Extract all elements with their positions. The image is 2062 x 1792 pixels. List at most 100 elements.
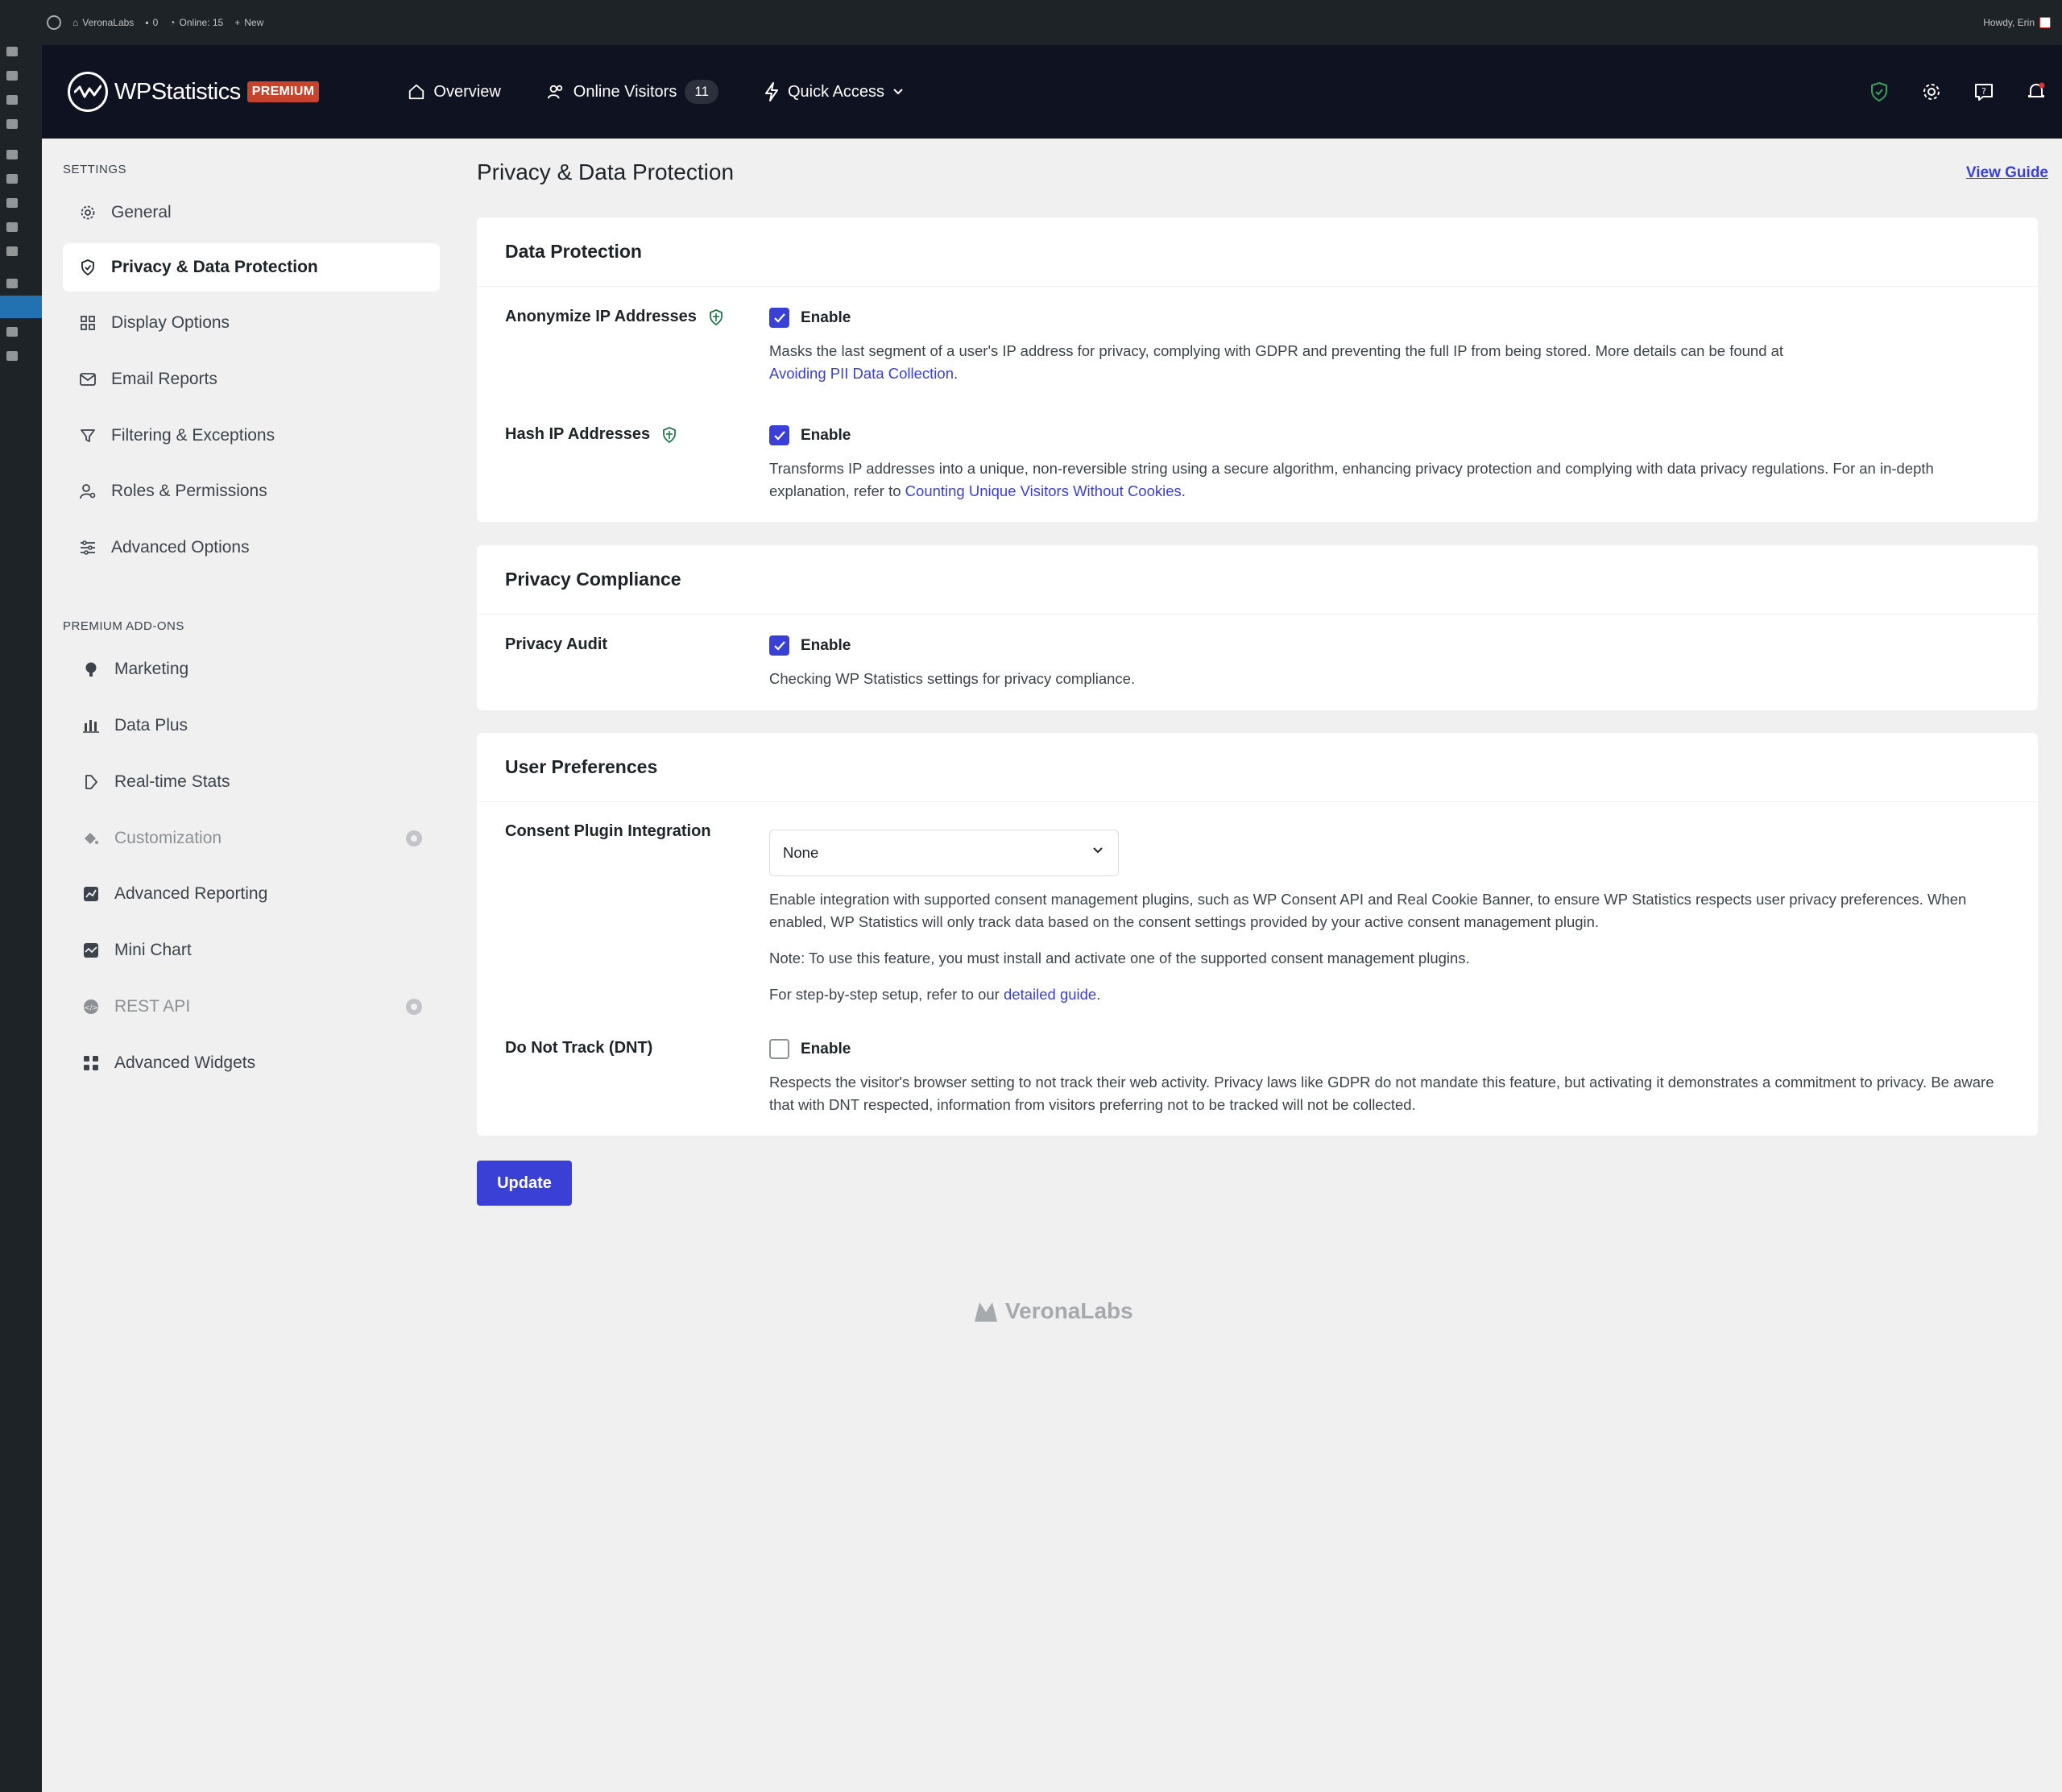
notification-bell-icon[interactable] xyxy=(2023,79,2049,105)
chart-icon[interactable] xyxy=(6,327,18,337)
shield-icon xyxy=(709,308,723,325)
howdy-text: Howdy, Erin xyxy=(1983,17,2035,28)
media-icon[interactable] xyxy=(6,71,18,81)
realtime-icon xyxy=(82,773,100,791)
privacy-shield-icon[interactable] xyxy=(1866,79,1892,105)
users-icon[interactable] xyxy=(6,198,18,208)
anonymize-ip-checkbox[interactable]: Enable xyxy=(769,308,851,328)
mini-chart-icon xyxy=(82,942,100,959)
update-button[interactable]: Update xyxy=(477,1161,572,1206)
nav-online-visitors[interactable]: Online Visitors 11 xyxy=(546,80,718,104)
sidebar-item-general[interactable]: General xyxy=(63,188,440,237)
dnt-description: Respects the visitor's browser setting t… xyxy=(769,1074,1994,1113)
hash-ip-description: Transforms IP addresses into a unique, n… xyxy=(769,460,1934,499)
statistics-menu-active[interactable] xyxy=(0,296,42,318)
anonymize-ip-description: Masks the last segment of a user's IP ad… xyxy=(769,342,1784,382)
logo-wave-icon xyxy=(68,72,108,112)
gear-icon[interactable] xyxy=(1919,79,1944,105)
sidebar-item-advanced-options[interactable]: Advanced Options xyxy=(63,524,440,572)
consent-select-value: None xyxy=(783,844,819,861)
consent-description: Enable integration with supported consen… xyxy=(769,891,1967,930)
sidebar-item-roles[interactable]: Roles & Permissions xyxy=(63,467,440,515)
sidebar-item-rest-api[interactable]: </> REST API xyxy=(63,983,440,1031)
checkbox-checked-icon[interactable] xyxy=(769,308,789,328)
online-visitors-count-badge: 11 xyxy=(685,80,718,104)
comments-link[interactable]: ▪ 0 xyxy=(145,17,158,28)
checkbox-checked-icon[interactable] xyxy=(769,635,789,656)
user-key-icon xyxy=(79,482,97,500)
site-name-link[interactable]: ⌂ VeronaLabs xyxy=(72,17,134,28)
nav-quick-access-label: Quick Access xyxy=(788,82,885,101)
veronalabs-footer-logo: VeronaLabs xyxy=(973,1298,1133,1324)
footer-brand-text: VeronaLabs xyxy=(1005,1298,1133,1323)
veronalabs-logo-icon xyxy=(975,1302,997,1322)
hash-ip-checkbox[interactable]: Enable xyxy=(769,425,851,445)
avatar xyxy=(2039,17,2051,28)
envelope-icon xyxy=(79,370,97,388)
online-link[interactable]: ◔ Online: 15 xyxy=(169,17,223,28)
wordpress-logo-icon[interactable] xyxy=(47,15,61,30)
top-navigation: Overview Online Visitors 11 Quick Access xyxy=(408,80,904,104)
home-icon: ⌂ xyxy=(72,17,79,28)
chevron-down-icon xyxy=(1093,847,1103,854)
account-menu[interactable]: Howdy, Erin xyxy=(1983,0,2051,45)
detailed-guide-link[interactable]: detailed guide xyxy=(1004,986,1096,1003)
plugin-header: WPStatistics PREMIUM Overview Online Vis… xyxy=(42,45,2062,139)
header-icons: ? xyxy=(1866,45,2049,139)
sliders-icon xyxy=(79,539,97,557)
user-preferences-card: User Preferences Consent Plugin Integrat… xyxy=(477,733,2038,1136)
wp-statistics-logo[interactable]: WPStatistics PREMIUM xyxy=(68,72,320,112)
sidebar-item-customization[interactable]: Customization xyxy=(63,814,440,863)
nav-overview[interactable]: Overview xyxy=(408,83,501,101)
tools-icon[interactable] xyxy=(6,222,18,232)
locked-icon xyxy=(406,999,422,1015)
nav-quick-access[interactable]: Quick Access xyxy=(764,82,904,101)
consent-guide-text: For step-by-step setup, refer to our det… xyxy=(769,986,1101,1003)
avoiding-pii-link[interactable]: Avoiding PII Data Collection xyxy=(769,365,954,382)
checkbox-checked-icon[interactable] xyxy=(769,425,789,445)
comments-icon[interactable] xyxy=(6,119,18,129)
report-icon xyxy=(82,885,100,903)
users-icon xyxy=(547,85,563,99)
api-icon: </> xyxy=(82,998,100,1016)
mail-icon[interactable] xyxy=(6,279,18,288)
dnt-checkbox[interactable]: Enable xyxy=(769,1039,851,1059)
plus-icon: + xyxy=(234,17,241,28)
circle-icon[interactable] xyxy=(6,351,18,361)
data-protection-title: Data Protection xyxy=(477,217,2038,287)
enable-label: Enable xyxy=(801,636,851,654)
appearance-icon[interactable] xyxy=(6,150,18,159)
privacy-compliance-title: Privacy Compliance xyxy=(477,545,2038,615)
sidebar-item-data-plus[interactable]: Data Plus xyxy=(63,701,440,750)
sidebar-item-mini-chart[interactable]: Mini Chart xyxy=(63,926,440,975)
shield-icon xyxy=(663,426,676,443)
settings-icon[interactable] xyxy=(6,246,18,256)
sidebar-item-filtering[interactable]: Filtering & Exceptions xyxy=(63,412,440,460)
nav-online-visitors-label: Online Visitors xyxy=(573,82,677,101)
pin-icon[interactable] xyxy=(6,47,18,56)
sidebar-item-display-options[interactable]: Display Options xyxy=(63,299,440,347)
premium-addons-heading: PREMIUM ADD-ONS xyxy=(63,619,184,633)
enable-label: Enable xyxy=(801,1040,851,1057)
pages-icon[interactable] xyxy=(6,95,18,105)
privacy-audit-description: Checking WP Statistics settings for priv… xyxy=(769,670,1136,687)
lightning-icon xyxy=(765,82,778,101)
counting-unique-visitors-link[interactable]: Counting Unique Visitors Without Cookies xyxy=(905,482,1182,499)
sidebar-item-advanced-reporting[interactable]: Advanced Reporting xyxy=(63,870,440,918)
new-link[interactable]: + New xyxy=(234,17,263,28)
sidebar-item-privacy[interactable]: Privacy & Data Protection xyxy=(63,243,440,292)
sidebar-item-marketing[interactable]: Marketing xyxy=(63,645,440,693)
data-protection-card: Data Protection Anonymize IP Addresses E… xyxy=(477,217,2038,522)
sidebar-item-realtime[interactable]: Real-time Stats xyxy=(63,758,440,806)
wp-admin-menu xyxy=(0,0,42,1792)
sidebar-item-advanced-widgets[interactable]: Advanced Widgets xyxy=(63,1039,440,1087)
privacy-audit-checkbox[interactable]: Enable xyxy=(769,635,851,656)
consent-plugin-select[interactable]: None xyxy=(769,830,1119,876)
plugins-icon[interactable] xyxy=(6,174,18,184)
settings-heading: SETTINGS xyxy=(63,163,127,176)
sidebar-item-email-reports[interactable]: Email Reports xyxy=(63,355,440,404)
logo-text: WPStatistics xyxy=(114,78,241,105)
checkbox-unchecked-icon[interactable] xyxy=(769,1039,789,1059)
view-guide-link[interactable]: View Guide xyxy=(1966,164,2048,182)
help-icon[interactable]: ? xyxy=(1971,79,1997,105)
